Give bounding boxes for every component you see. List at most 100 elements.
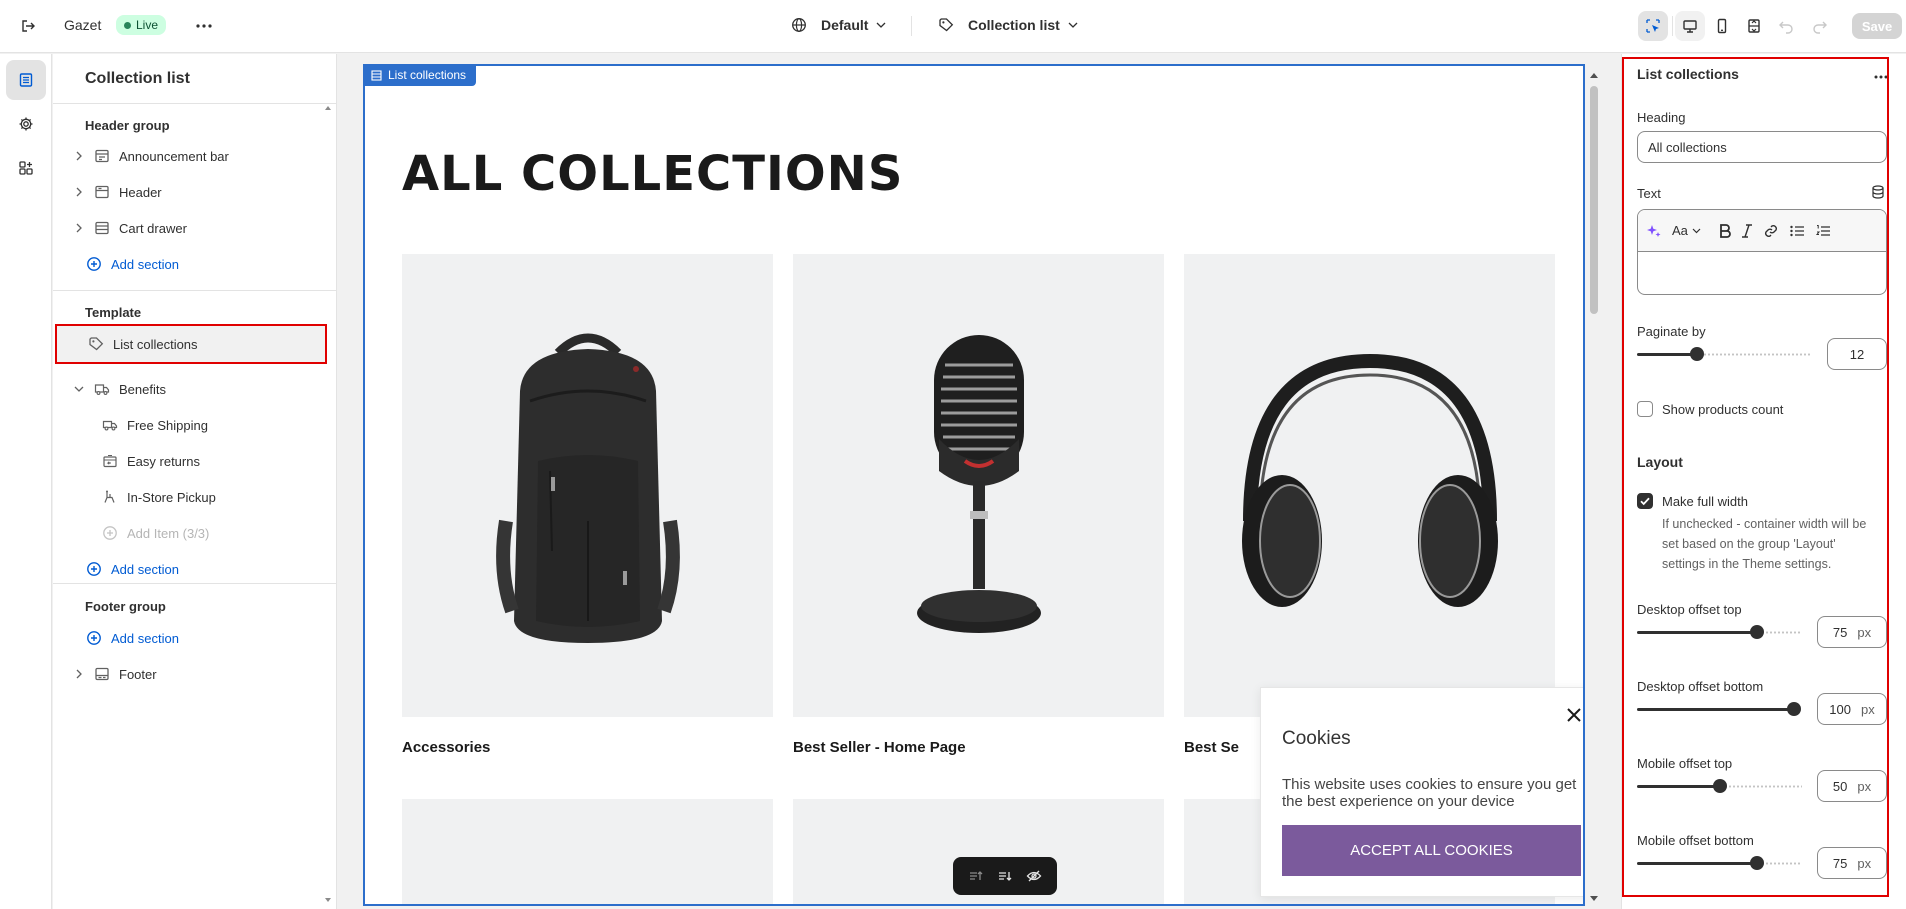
mobile-offset-bottom-input[interactable]: 75 px — [1817, 847, 1887, 879]
microphone-image[interactable] — [793, 254, 1164, 717]
move-down-icon[interactable] — [997, 868, 1013, 884]
ai-sparkle-icon[interactable] — [1646, 223, 1662, 239]
tag-icon — [87, 336, 105, 352]
slider-handle[interactable] — [1787, 702, 1801, 716]
headphones-image[interactable] — [1184, 254, 1555, 717]
collection-card-title[interactable]: Accessories — [402, 739, 773, 756]
dynamic-source-icon[interactable] — [1871, 185, 1885, 199]
block-toolbar — [953, 857, 1057, 895]
status-badge-label: Live — [136, 18, 159, 32]
offset-label: Mobile offset bottom — [1637, 833, 1754, 848]
mobile-offset-top-input[interactable]: 50 px — [1817, 770, 1887, 802]
heading-input[interactable]: All collections — [1637, 131, 1887, 163]
accept-cookies-button[interactable]: ACCEPT ALL COOKIES — [1282, 825, 1581, 876]
divider — [1672, 16, 1673, 36]
benefits-icon — [93, 381, 111, 397]
collection-card[interactable]: Best Se — [1184, 254, 1555, 756]
mobile-offset-bottom-slider[interactable] — [1637, 855, 1802, 871]
add-section-header-button[interactable]: Add section — [61, 247, 323, 281]
sidebar-item-free-shipping[interactable]: Free Shipping — [61, 408, 323, 442]
checkmark-icon — [1640, 497, 1650, 506]
exit-icon[interactable] — [13, 11, 43, 41]
move-up-icon[interactable] — [968, 868, 984, 884]
sidebar-item-benefits[interactable]: Benefits — [61, 372, 323, 406]
canvas-scrollbar[interactable] — [1588, 64, 1600, 904]
undo-button[interactable] — [1771, 11, 1801, 41]
template-dropdown[interactable]: Collection list — [938, 17, 1078, 33]
sections-button[interactable] — [6, 60, 46, 100]
sidebar-item-in-store-pickup[interactable]: In-Store Pickup — [61, 480, 323, 514]
sidebar-title: Collection list — [85, 70, 190, 87]
scrollbar-thumb[interactable] — [1590, 86, 1598, 314]
add-section-footer-button[interactable]: Add section — [61, 621, 323, 655]
sidebar-scrollbar[interactable] — [324, 104, 332, 904]
bold-icon[interactable] — [1719, 223, 1731, 238]
sidebar-item-footer[interactable]: Footer — [61, 657, 323, 691]
chevron-down-icon — [876, 22, 886, 28]
backpack-image[interactable] — [402, 254, 773, 717]
add-section-label: Add section — [111, 256, 179, 272]
sidebar-item-header[interactable]: Header — [61, 175, 323, 209]
collection-card[interactable]: Best Seller - Home Page — [793, 254, 1164, 756]
store-name: Gazet — [64, 17, 102, 33]
close-icon[interactable] — [1567, 708, 1581, 722]
expand-icon — [1748, 19, 1760, 33]
more-options-button[interactable] — [1866, 62, 1896, 92]
pickup-icon — [101, 489, 119, 505]
collection-card[interactable]: Accessories — [402, 254, 773, 756]
italic-icon[interactable] — [1741, 223, 1753, 238]
chevron-right-icon[interactable] — [71, 669, 87, 679]
more-actions-button[interactable] — [189, 11, 219, 41]
desktop-offset-bottom-slider[interactable] — [1637, 701, 1802, 717]
desktop-offset-top-slider[interactable] — [1637, 624, 1802, 640]
chevron-down-icon[interactable] — [71, 386, 87, 392]
sidebar-item-label: Free Shipping — [127, 417, 208, 433]
inspector-button[interactable] — [1638, 11, 1668, 41]
collection-card-title[interactable]: Best Seller - Home Page — [793, 739, 1164, 756]
bullet-list-icon[interactable] — [1789, 223, 1805, 239]
redo-button[interactable] — [1805, 11, 1835, 41]
theme-settings-button[interactable] — [6, 104, 46, 144]
sidebar-item-announcement-bar[interactable]: Announcement bar — [61, 139, 323, 173]
return-box-icon — [101, 453, 119, 469]
chevron-down-icon — [1068, 22, 1078, 28]
mobile-offset-top-slider[interactable] — [1637, 778, 1802, 794]
make-full-width-checkbox[interactable] — [1637, 493, 1653, 509]
text-editor[interactable]: Aa — [1637, 209, 1887, 295]
status-badge: Live — [116, 15, 167, 35]
add-item-button[interactable]: Add Item (3/3) — [61, 516, 323, 550]
divider — [911, 16, 912, 36]
slider-handle[interactable] — [1690, 347, 1704, 361]
hide-icon[interactable] — [1026, 868, 1042, 884]
sidebar-item-cart-drawer[interactable]: Cart drawer — [61, 211, 323, 245]
section-tag[interactable]: List collections — [363, 64, 477, 86]
paginate-input[interactable]: 12 — [1827, 338, 1887, 370]
slider-handle[interactable] — [1750, 625, 1764, 639]
theme-dropdown[interactable]: Default — [791, 17, 886, 33]
storefront-preview[interactable]: ALL COLLECTIONS Accessories Best Seller … — [363, 64, 1585, 906]
undo-icon — [1779, 21, 1793, 34]
chevron-right-icon[interactable] — [71, 187, 87, 197]
collection-image[interactable] — [402, 799, 773, 904]
desktop-offset-top-input[interactable]: 75 px — [1817, 616, 1887, 648]
sidebar-item-easy-returns[interactable]: Easy returns — [61, 444, 323, 478]
fullscreen-view-button[interactable] — [1739, 11, 1769, 41]
collection-card[interactable] — [402, 799, 773, 904]
chevron-right-icon[interactable] — [71, 223, 87, 233]
paginate-slider[interactable] — [1637, 346, 1812, 362]
settings-title: List collections — [1637, 66, 1739, 82]
link-icon[interactable] — [1763, 223, 1779, 239]
text-style-dropdown[interactable]: Aa — [1672, 223, 1701, 238]
slider-handle[interactable] — [1713, 779, 1727, 793]
slider-handle[interactable] — [1750, 856, 1764, 870]
sidebar-item-list-collections[interactable]: List collections — [55, 324, 327, 364]
mobile-view-button[interactable] — [1707, 11, 1737, 41]
show-products-count-checkbox[interactable] — [1637, 401, 1653, 417]
add-section-template-button[interactable]: Add section — [61, 552, 323, 586]
chevron-right-icon[interactable] — [71, 151, 87, 161]
save-button[interactable]: Save — [1852, 13, 1902, 39]
desktop-view-button[interactable] — [1675, 11, 1705, 41]
apps-button[interactable] — [6, 148, 46, 188]
desktop-offset-bottom-input[interactable]: 100 px — [1817, 693, 1887, 725]
numbered-list-icon[interactable] — [1815, 223, 1831, 239]
